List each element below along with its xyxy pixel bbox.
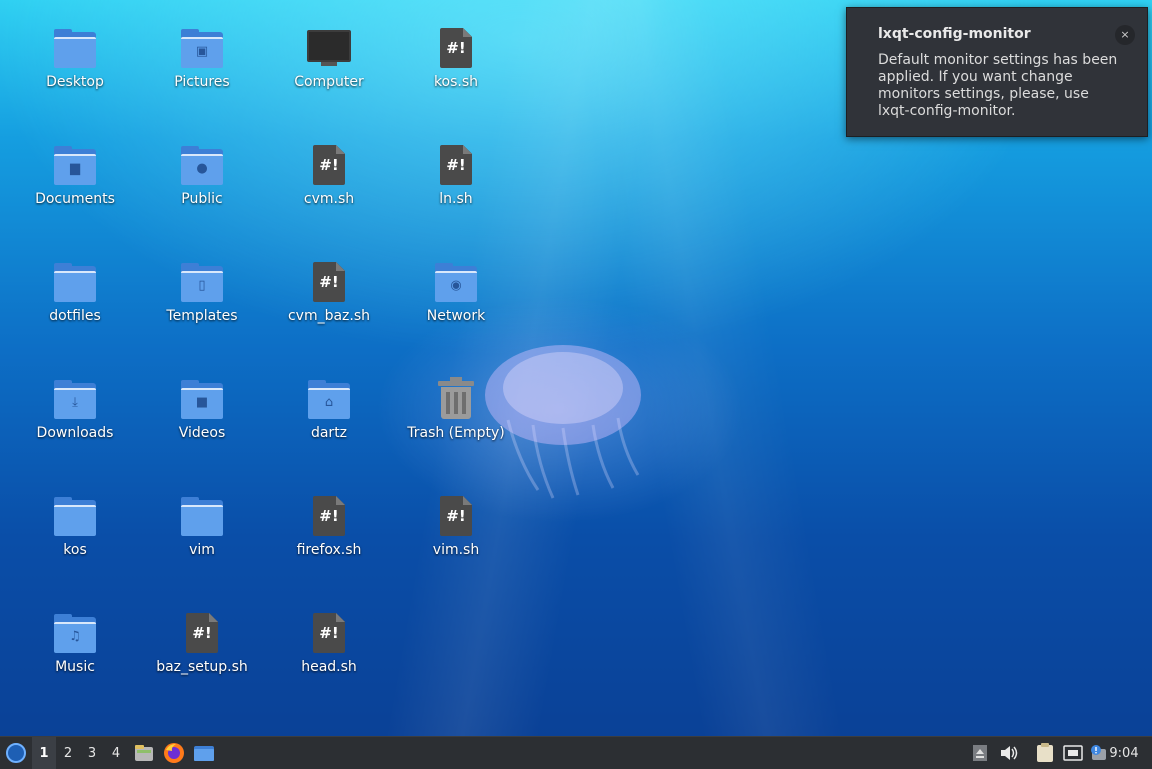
desktop-icon-vim-sh[interactable]: #! vim.sh: [401, 476, 511, 576]
trash-icon: [432, 375, 480, 423]
folder-icon: [178, 492, 226, 540]
script-file-icon: #!: [305, 141, 353, 189]
folder-icon: [51, 492, 99, 540]
icon-label: cvm_baz.sh: [287, 308, 371, 324]
script-file-icon: #!: [432, 24, 480, 72]
desktop-icon-public[interactable]: ● Public: [147, 125, 257, 225]
clipboard-icon[interactable]: [1032, 737, 1058, 769]
icon-label: Music: [55, 659, 95, 675]
desktop-icon-head-sh[interactable]: #! head.sh: [274, 593, 384, 693]
computer-icon: [305, 24, 353, 72]
script-file-icon: #!: [305, 609, 353, 657]
lxqt-logo-icon: [6, 743, 26, 763]
desktop-icon-pictures[interactable]: ▣ Pictures: [147, 8, 257, 108]
network-icon[interactable]: [1060, 737, 1086, 769]
icon-label: Desktop: [46, 74, 104, 90]
home-folder-icon: ⌂: [305, 375, 353, 423]
script-file-icon: #!: [432, 141, 480, 189]
script-file-icon: #!: [305, 258, 353, 306]
icon-label: vim: [189, 542, 215, 558]
notification-title: lxqt-config-monitor: [878, 26, 1031, 42]
desktop-icon-firefox-sh[interactable]: #! firefox.sh: [274, 476, 384, 576]
icon-label: firefox.sh: [296, 542, 362, 558]
desktop-icon-dartz[interactable]: ⌂ dartz: [274, 359, 384, 459]
desktop-icon-kos-sh[interactable]: #! kos.sh: [401, 8, 511, 108]
desktop-icon-templates[interactable]: ▯ Templates: [147, 242, 257, 342]
notification-popup[interactable]: lxqt-config-monitor Default monitor sett…: [846, 7, 1148, 137]
desktop-icon-trash[interactable]: Trash (Empty): [401, 359, 511, 459]
icon-label: kos: [63, 542, 87, 558]
desktop-icon-vim[interactable]: vim: [147, 476, 257, 576]
icon-label: Trash (Empty): [407, 425, 505, 441]
icon-label: head.sh: [301, 659, 357, 675]
desktop-icon-baz-setup-sh[interactable]: #! baz_setup.sh: [147, 593, 257, 693]
desktop-icon-kos[interactable]: kos: [20, 476, 130, 576]
script-file-icon: #!: [178, 609, 226, 657]
documents-folder-icon: ▆: [51, 141, 99, 189]
icon-label: Computer: [294, 74, 364, 90]
music-folder-icon: ♫: [51, 609, 99, 657]
downloads-folder-icon: ⤓: [51, 375, 99, 423]
icon-label: cvm.sh: [303, 191, 355, 207]
desktop-icon-computer[interactable]: Computer: [274, 8, 384, 108]
icon-label: kos.sh: [433, 74, 479, 90]
icon-label: dotfiles: [49, 308, 101, 324]
desktop-icon-ln-sh[interactable]: #! ln.sh: [401, 125, 511, 225]
firefox-icon[interactable]: [160, 737, 188, 769]
folder-icon[interactable]: [190, 737, 218, 769]
file-manager-icon[interactable]: [130, 737, 158, 769]
workspace-2-button[interactable]: 2: [56, 737, 80, 769]
icon-label: baz_setup.sh: [156, 659, 248, 675]
icon-label: Templates: [166, 308, 238, 324]
taskbar: 1 2 3 4 9:04: [0, 736, 1152, 769]
close-icon[interactable]: ×: [1115, 25, 1135, 45]
templates-folder-icon: ▯: [178, 258, 226, 306]
workspace-4-button[interactable]: 4: [104, 737, 128, 769]
videos-folder-icon: ■: [178, 375, 226, 423]
desktop-icon-cvm-baz-sh[interactable]: #! cvm_baz.sh: [274, 242, 384, 342]
icon-label: Pictures: [174, 74, 230, 90]
desktop-icon-dotfiles[interactable]: dotfiles: [20, 242, 130, 342]
icon-label: Public: [181, 191, 223, 207]
workspace-3-button[interactable]: 3: [80, 737, 104, 769]
icon-label: Videos: [178, 425, 226, 441]
icon-label: ln.sh: [439, 191, 473, 207]
desktop-icon-documents[interactable]: ▆ Documents: [20, 125, 130, 225]
public-folder-icon: ●: [178, 141, 226, 189]
icon-label: Network: [426, 308, 486, 324]
network-folder-icon: ◉: [432, 258, 480, 306]
desktop-icon-downloads[interactable]: ⤓ Downloads: [20, 359, 130, 459]
script-file-icon: #!: [305, 492, 353, 540]
icon-label: vim.sh: [432, 542, 480, 558]
icon-label: dartz: [310, 425, 348, 441]
volume-icon[interactable]: [996, 737, 1022, 769]
desktop-icon-music[interactable]: ♫ Music: [20, 593, 130, 693]
folder-icon: [51, 24, 99, 72]
desktop-icon-cvm-sh[interactable]: #! cvm.sh: [274, 125, 384, 225]
clock[interactable]: 9:04: [1104, 737, 1144, 769]
main-menu-button[interactable]: [4, 737, 28, 769]
desktop-icon-network[interactable]: ◉ Network: [401, 242, 511, 342]
desktop-icon-desktop[interactable]: Desktop: [20, 8, 130, 108]
desktop-icon-videos[interactable]: ■ Videos: [147, 359, 257, 459]
workspace-1-button[interactable]: 1: [32, 737, 56, 769]
script-file-icon: #!: [432, 492, 480, 540]
icon-label: Documents: [35, 191, 115, 207]
icon-label: Downloads: [36, 425, 114, 441]
pictures-folder-icon: ▣: [178, 24, 226, 72]
eject-icon[interactable]: [968, 737, 992, 769]
notification-body: Default monitor settings has been applie…: [878, 52, 1118, 119]
folder-icon: [51, 258, 99, 306]
